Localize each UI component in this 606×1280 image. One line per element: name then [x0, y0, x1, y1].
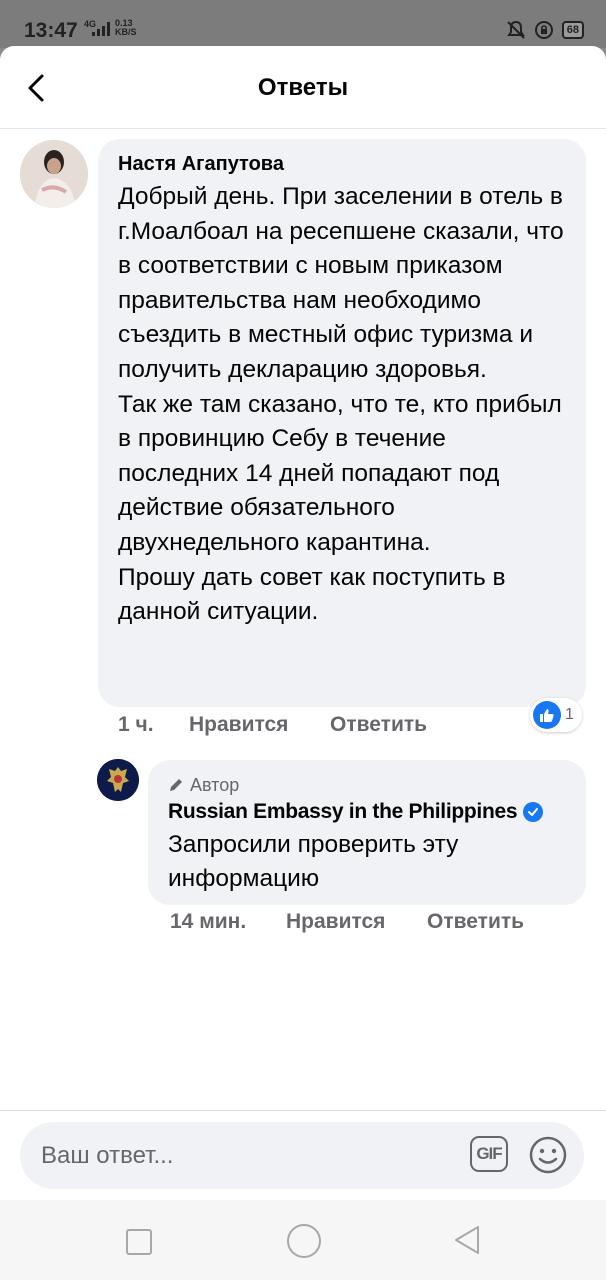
composer-bar: Ваш ответ... GIF — [0, 1110, 606, 1201]
coat-of-arms-icon — [97, 759, 139, 801]
comment-text: Добрый день. При заселении в отель в г.М… — [118, 183, 564, 626]
network-speed: 0.13 KB/S — [115, 19, 137, 37]
reply-button[interactable]: Ответить — [330, 713, 427, 737]
author-tag-label: Автор — [190, 775, 240, 795]
reply-reply-button[interactable]: Ответить — [427, 910, 524, 934]
nav-back-icon[interactable] — [452, 1224, 482, 1256]
like-button[interactable]: Нравится — [189, 713, 330, 737]
comment-author[interactable]: Настя Агапутова — [118, 151, 566, 177]
avatar[interactable] — [20, 140, 88, 208]
reply-time: 14 мин. — [170, 910, 247, 933]
status-bar: 13:47 4G 0.13 KB/S 68 — [0, 0, 606, 48]
author-badge: Автор — [168, 774, 566, 796]
reply-input-placeholder: Ваш ответ... — [41, 1142, 174, 1169]
home-icon[interactable] — [287, 1224, 321, 1258]
system-nav-bar — [0, 1200, 606, 1280]
gif-button[interactable]: GIF — [470, 1136, 508, 1172]
replies-sheet: Ответы Настя Агапутова Добрый день. При … — [0, 46, 606, 1280]
recent-apps-icon[interactable] — [126, 1229, 152, 1255]
reply-input[interactable]: Ваш ответ... GIF — [20, 1122, 584, 1189]
reaction-badge[interactable]: 1 — [530, 698, 582, 732]
status-time: 13:47 — [24, 19, 78, 42]
speed-unit: KB/S — [115, 27, 137, 37]
embassy-avatar[interactable] — [97, 759, 139, 801]
reply-text: Запросили проверить эту информацию — [168, 831, 459, 892]
reaction-count: 1 — [565, 706, 574, 723]
emoji-icon[interactable] — [528, 1135, 568, 1175]
page-title: Ответы — [257, 74, 349, 101]
pencil-icon — [170, 779, 182, 791]
comment-time: 1 ч. — [118, 713, 154, 736]
comment-bubble: Настя Агапутова Добрый день. При заселен… — [98, 139, 586, 707]
verified-badge-icon — [523, 802, 544, 822]
reply-author[interactable]: Russian Embassy in the Philippines — [168, 798, 518, 826]
reply-actions: 14 мин. Нравится Ответить — [170, 910, 524, 934]
thumbs-up-icon — [533, 701, 561, 729]
reply-author-row: Russian Embassy in the Philippines — [168, 798, 566, 826]
profile-photo-icon — [20, 140, 88, 208]
comment-actions: 1 ч. Нравится Ответить — [118, 713, 427, 737]
lock-circle-icon — [534, 21, 553, 39]
header: Ответы — [0, 46, 606, 129]
reply-bubble: Автор Russian Embassy in the Philippines… — [148, 760, 586, 905]
reply-like-button[interactable]: Нравится — [286, 910, 427, 934]
battery-indicator: 68 — [561, 21, 584, 39]
signal-icon — [92, 22, 110, 36]
bell-off-icon — [506, 20, 525, 39]
